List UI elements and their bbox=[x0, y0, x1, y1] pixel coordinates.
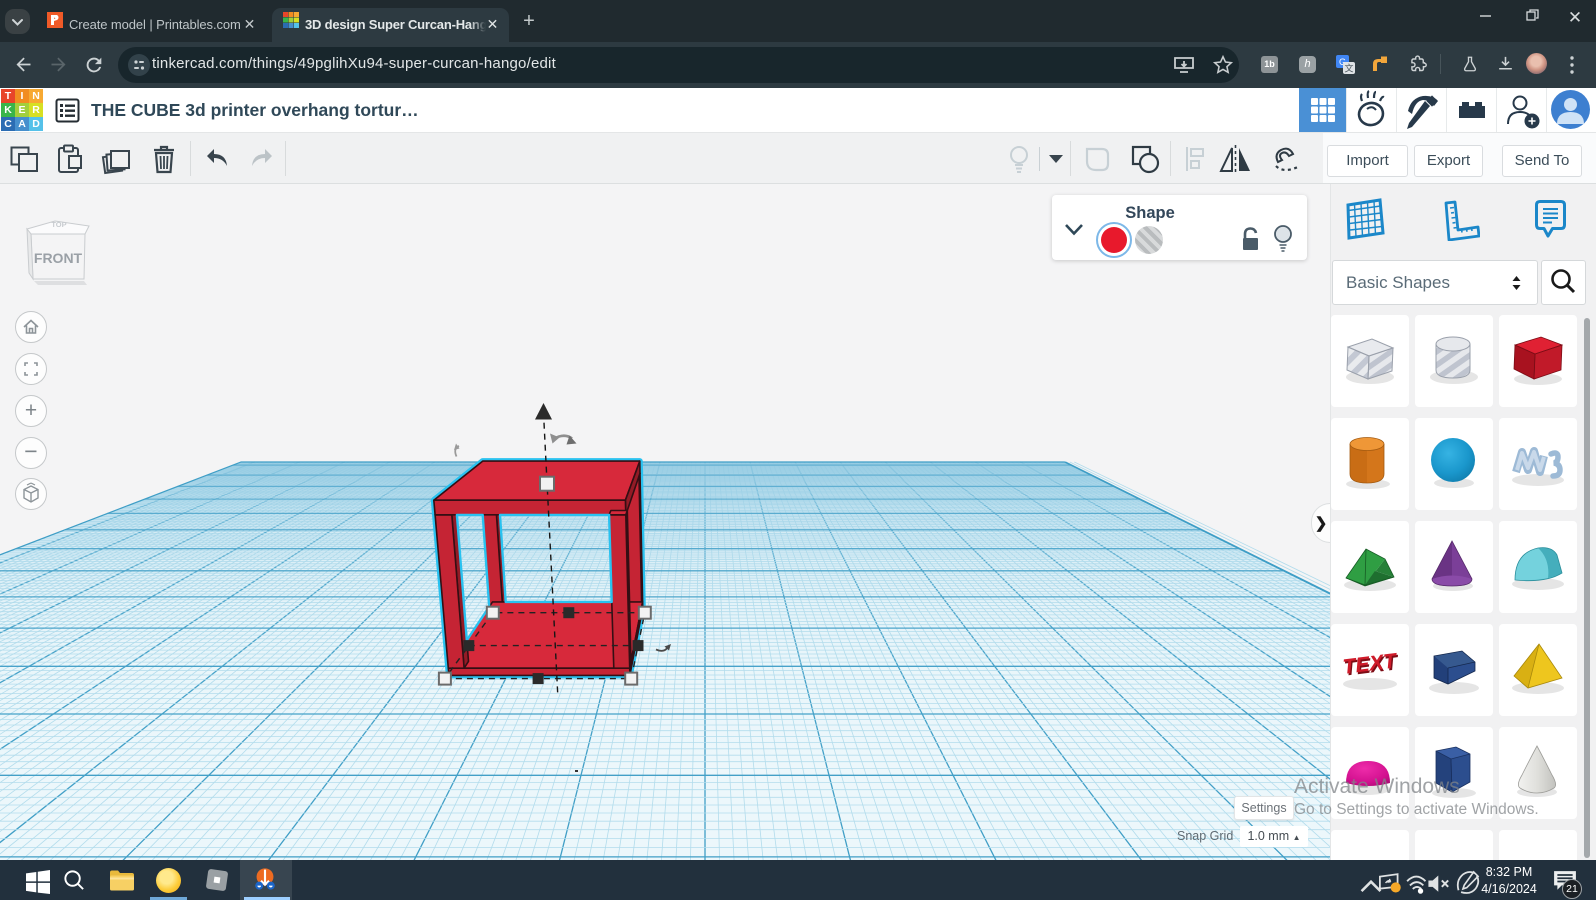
svg-text:文: 文 bbox=[1344, 63, 1353, 74]
svg-text:TOP: TOP bbox=[51, 220, 66, 229]
svg-text:FRONT: FRONT bbox=[34, 250, 83, 266]
